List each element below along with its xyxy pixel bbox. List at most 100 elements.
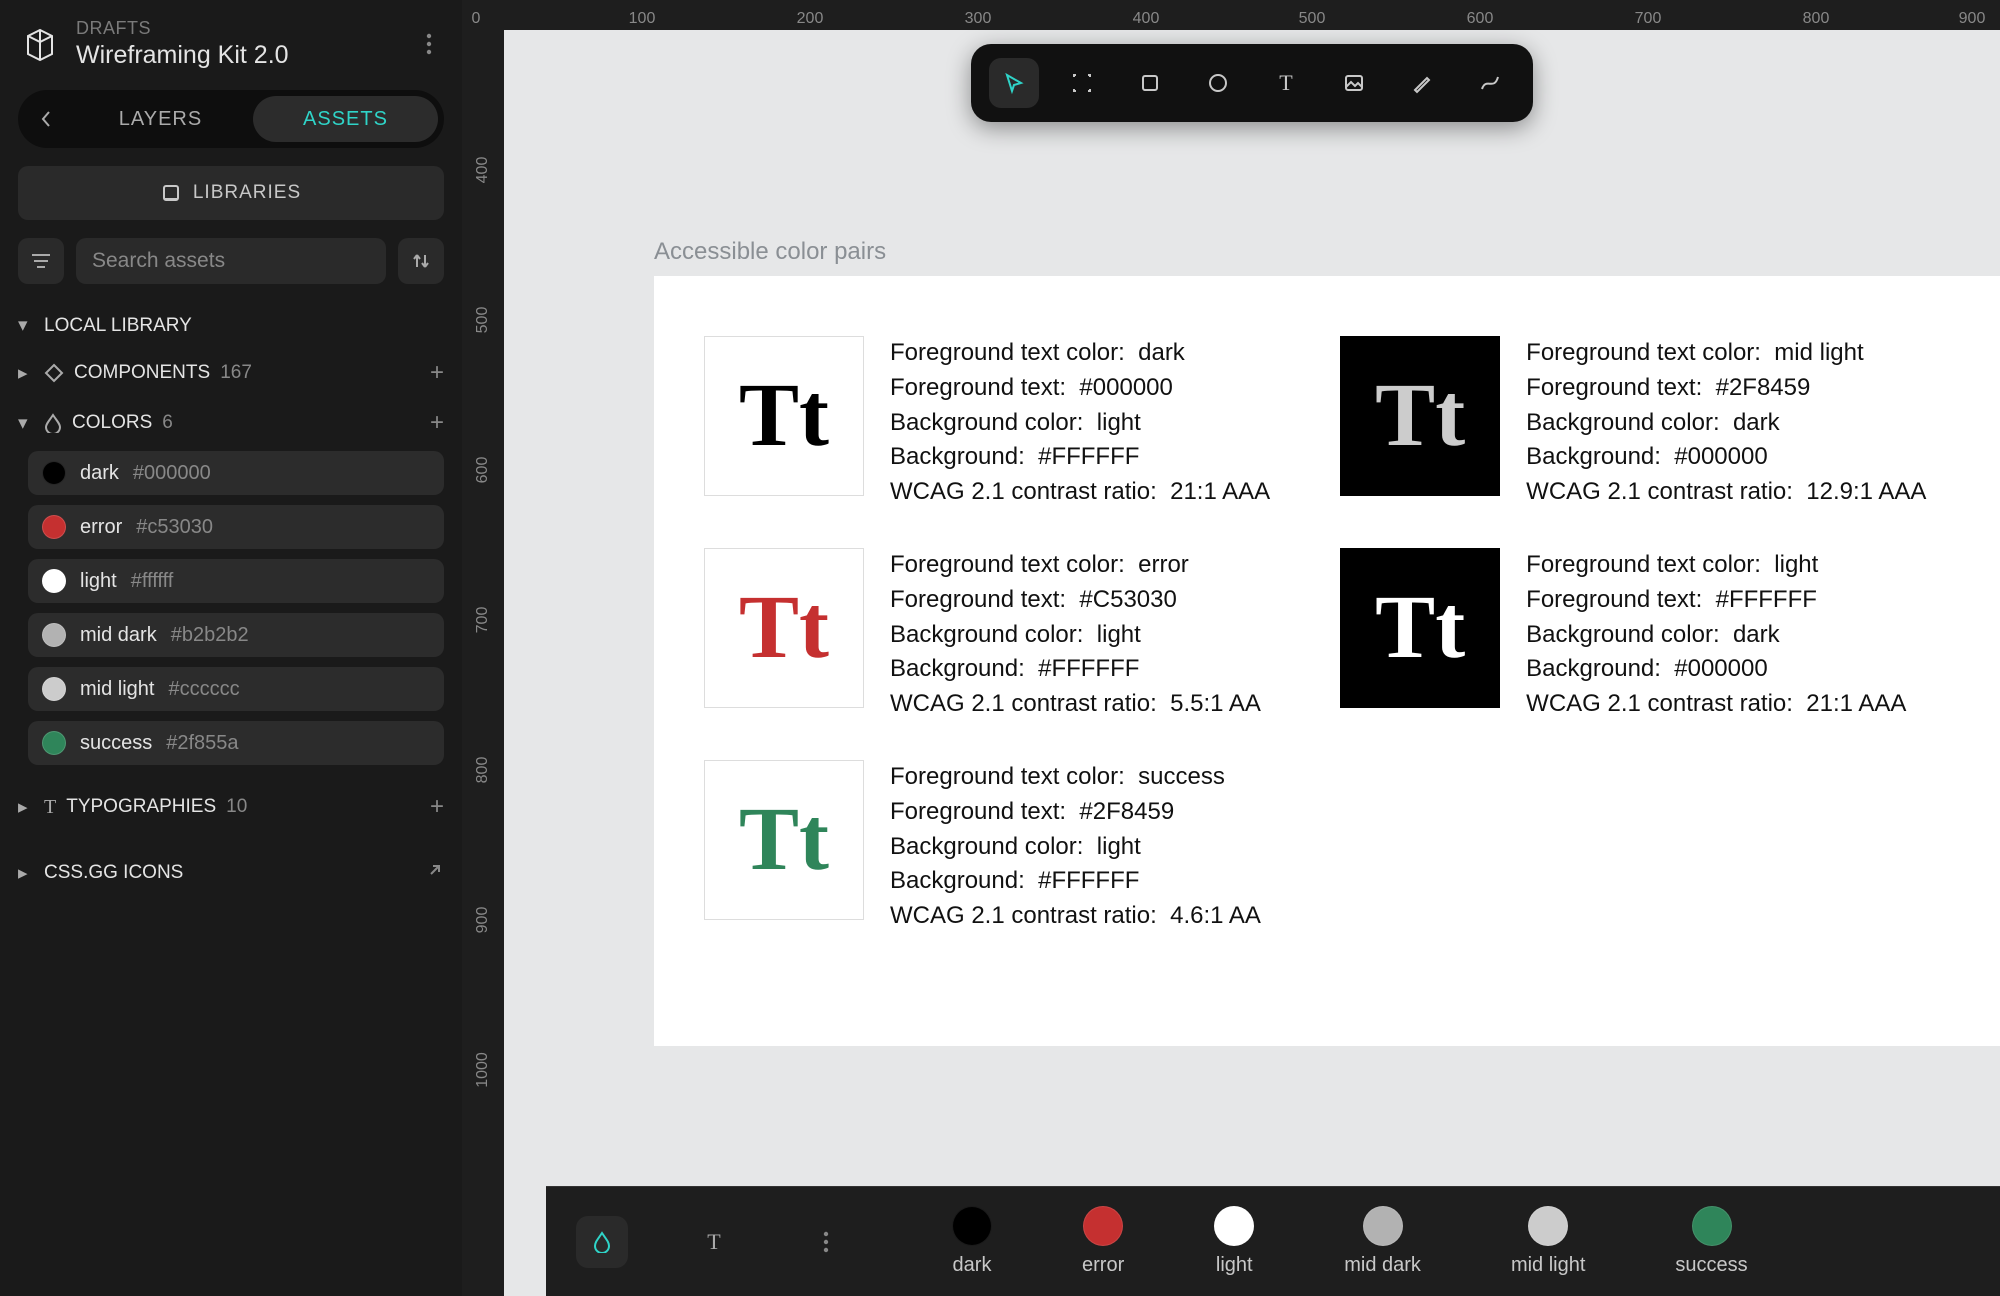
breadcrumb-drafts[interactable]: DRAFTS bbox=[76, 18, 400, 39]
palette-swatch[interactable]: error bbox=[1082, 1206, 1124, 1277]
color-item[interactable]: dark #000000 bbox=[28, 451, 444, 495]
palette-dot bbox=[1692, 1206, 1732, 1246]
ruler-tick: 400 bbox=[1133, 10, 1160, 28]
color-name: light bbox=[80, 570, 117, 593]
artboard[interactable]: Tt Foreground text color: dark Foregroun… bbox=[654, 276, 2000, 1046]
add-component-icon[interactable]: + bbox=[430, 359, 444, 387]
file-menu-kebab-icon[interactable] bbox=[414, 29, 444, 59]
color-item[interactable]: mid light #cccccc bbox=[28, 667, 444, 711]
tab-assets[interactable]: ASSETS bbox=[253, 96, 438, 142]
sort-icon[interactable] bbox=[398, 238, 444, 284]
floating-toolbar: T bbox=[971, 44, 1533, 122]
ruler-tick: 100 bbox=[629, 10, 656, 28]
section-colors[interactable]: ▾ COLORS 6 + bbox=[18, 409, 444, 437]
libraries-button[interactable]: LIBRARIES bbox=[18, 166, 444, 220]
components-label: COMPONENTS bbox=[74, 362, 210, 384]
chevron-right-icon: ▸ bbox=[18, 862, 34, 885]
contrast-metadata: Foreground text color: light Foreground … bbox=[1526, 548, 1906, 722]
palette-swatch[interactable]: mid light bbox=[1511, 1206, 1585, 1277]
local-library-label: LOCAL LIBRARY bbox=[44, 315, 192, 337]
tool-curve[interactable] bbox=[1465, 58, 1515, 108]
color-pair[interactable]: Tt Foreground text color: dark Foregroun… bbox=[704, 336, 1270, 510]
palette-label: success bbox=[1675, 1254, 1747, 1277]
color-name: error bbox=[80, 516, 122, 539]
color-item[interactable]: mid dark #b2b2b2 bbox=[28, 613, 444, 657]
color-swatch bbox=[42, 515, 66, 539]
color-swatch bbox=[42, 677, 66, 701]
add-color-icon[interactable]: + bbox=[430, 409, 444, 437]
canvas[interactable]: T Accessible color pairs Tt Foreground t… bbox=[504, 30, 2000, 1296]
palette-label: mid dark bbox=[1344, 1254, 1421, 1277]
palette-mode-type-icon[interactable]: T bbox=[688, 1216, 740, 1268]
filter-icon[interactable] bbox=[18, 238, 64, 284]
color-pair[interactable]: Tt Foreground text color: light Foregrou… bbox=[1340, 548, 1926, 722]
search-input[interactable] bbox=[76, 238, 386, 284]
tabs-back-icon[interactable] bbox=[24, 96, 68, 142]
color-item[interactable]: success #2f855a bbox=[28, 721, 444, 765]
colors-label: COLORS bbox=[72, 412, 152, 434]
color-hex: #2f855a bbox=[166, 732, 238, 755]
contrast-preview: Tt bbox=[704, 336, 864, 496]
external-link-icon[interactable] bbox=[426, 861, 444, 885]
color-item[interactable]: error #c53030 bbox=[28, 505, 444, 549]
app-logo-icon bbox=[18, 22, 62, 66]
tool-select[interactable] bbox=[989, 58, 1039, 108]
palette-dot bbox=[1083, 1206, 1123, 1246]
color-hex: #b2b2b2 bbox=[171, 624, 249, 647]
tool-image[interactable] bbox=[1329, 58, 1379, 108]
color-swatch bbox=[42, 461, 66, 485]
tool-ellipse[interactable] bbox=[1193, 58, 1243, 108]
tool-pen[interactable] bbox=[1397, 58, 1447, 108]
palette-label: light bbox=[1216, 1254, 1253, 1277]
color-pair[interactable]: Tt Foreground text color: mid light Fore… bbox=[1340, 336, 1926, 510]
artboard-label[interactable]: Accessible color pairs bbox=[654, 238, 886, 266]
contrast-metadata: Foreground text color: success Foregroun… bbox=[890, 760, 1261, 934]
components-icon bbox=[44, 363, 64, 383]
section-css-icons[interactable]: ▸ CSS.GG ICONS bbox=[18, 861, 444, 885]
ruler-tick: 900 bbox=[474, 907, 492, 934]
ruler-tick: 900 bbox=[1959, 10, 1986, 28]
palette-swatch[interactable]: mid dark bbox=[1344, 1206, 1421, 1277]
palette-dot bbox=[1363, 1206, 1403, 1246]
color-swatch bbox=[42, 569, 66, 593]
tool-frame[interactable] bbox=[1057, 58, 1107, 108]
tab-layers[interactable]: LAYERS bbox=[68, 96, 253, 142]
ruler-tick: 300 bbox=[965, 10, 992, 28]
tool-text[interactable]: T bbox=[1261, 58, 1311, 108]
palette-mode-color-icon[interactable] bbox=[576, 1216, 628, 1268]
ruler-tick: 700 bbox=[474, 607, 492, 634]
color-pair[interactable]: Tt Foreground text color: error Foregrou… bbox=[704, 548, 1270, 722]
section-typographies[interactable]: ▸ T TYPOGRAPHIES 10 + bbox=[18, 793, 444, 821]
css-icons-label: CSS.GG ICONS bbox=[44, 862, 183, 884]
chevron-right-icon: ▸ bbox=[18, 362, 34, 385]
sidebar-tabs: LAYERS ASSETS bbox=[18, 90, 444, 148]
ruler-vertical: 4005006007008009001000 bbox=[462, 30, 504, 1296]
color-name: mid light bbox=[80, 678, 154, 701]
contrast-preview: Tt bbox=[1340, 336, 1500, 496]
color-hex: #cccccc bbox=[168, 678, 239, 701]
chevron-down-icon: ▾ bbox=[18, 314, 34, 337]
palette-bar: T dark error light mid dark mid light su… bbox=[546, 1186, 2000, 1296]
color-name: dark bbox=[80, 462, 119, 485]
sidebar: DRAFTS Wireframing Kit 2.0 LAYERS ASSETS… bbox=[0, 0, 462, 1296]
typography-icon: T bbox=[44, 796, 56, 819]
section-local-library[interactable]: ▾ LOCAL LIBRARY bbox=[18, 314, 444, 337]
ruler-tick: 800 bbox=[1803, 10, 1830, 28]
contrast-preview: Tt bbox=[1340, 548, 1500, 708]
add-typography-icon[interactable]: + bbox=[430, 793, 444, 821]
color-hex: #000000 bbox=[133, 462, 211, 485]
sidebar-header: DRAFTS Wireframing Kit 2.0 bbox=[18, 18, 444, 70]
color-item[interactable]: light #ffffff bbox=[28, 559, 444, 603]
color-pair[interactable]: Tt Foreground text color: success Foregr… bbox=[704, 760, 1270, 934]
file-title: Wireframing Kit 2.0 bbox=[76, 41, 400, 70]
ruler-tick: 700 bbox=[1635, 10, 1662, 28]
color-hex: #c53030 bbox=[136, 516, 213, 539]
palette-swatch[interactable]: success bbox=[1675, 1206, 1747, 1277]
ruler-tick: 500 bbox=[1299, 10, 1326, 28]
palette-menu-kebab-icon[interactable] bbox=[800, 1216, 852, 1268]
palette-swatch[interactable]: light bbox=[1214, 1206, 1254, 1277]
section-components[interactable]: ▸ COMPONENTS 167 + bbox=[18, 359, 444, 387]
tool-rectangle[interactable] bbox=[1125, 58, 1175, 108]
contrast-metadata: Foreground text color: error Foreground … bbox=[890, 548, 1261, 722]
palette-swatch[interactable]: dark bbox=[952, 1206, 992, 1277]
